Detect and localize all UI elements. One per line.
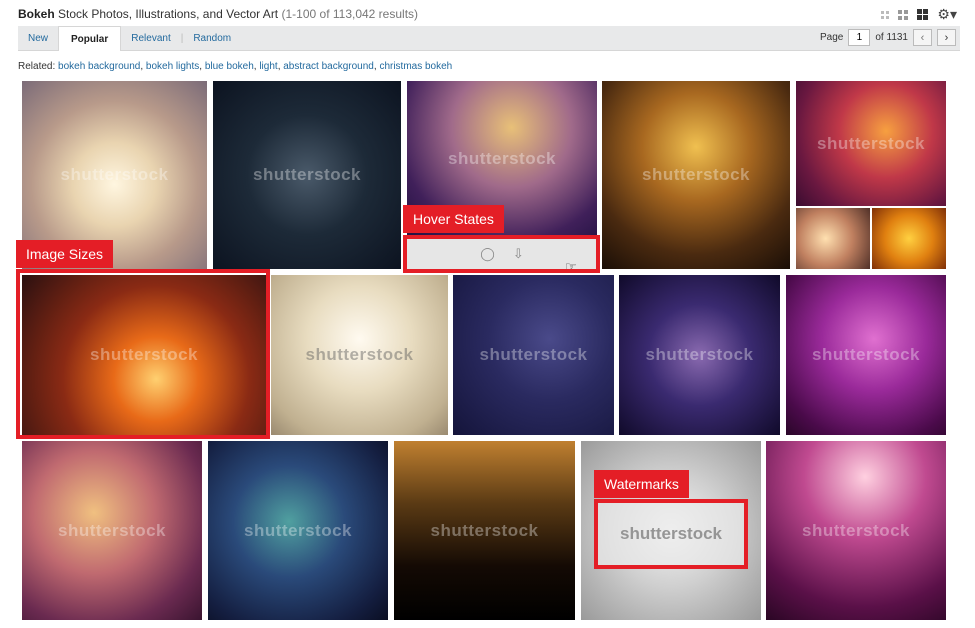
related-link[interactable]: bokeh lights bbox=[146, 61, 199, 72]
image-thumbnail[interactable]: shutterstock bbox=[22, 441, 202, 620]
watermark-text: shutterstock bbox=[447, 148, 557, 168]
watermark-text: shutterstock bbox=[801, 520, 911, 540]
tab-random[interactable]: Random bbox=[183, 26, 241, 51]
image-thumbnail[interactable]: shutterstock bbox=[786, 275, 946, 435]
image-thumbnail[interactable]: shutterstock bbox=[453, 275, 614, 435]
related-link[interactable]: blue bokeh bbox=[205, 61, 254, 72]
image-sizes-callout-box bbox=[16, 269, 270, 439]
sort-tab-bar: New Popular Relevant | Random Page of 11… bbox=[18, 26, 960, 51]
image-thumbnail[interactable]: shutterstock bbox=[213, 81, 401, 269]
related-link[interactable]: christmas bokeh bbox=[379, 61, 452, 72]
watermark-text: shutterstock bbox=[57, 520, 167, 540]
page-number-input[interactable] bbox=[848, 29, 871, 46]
tab-popular[interactable]: Popular bbox=[58, 26, 122, 51]
image-thumbnail[interactable] bbox=[796, 208, 870, 269]
related-link[interactable]: bokeh background bbox=[58, 61, 140, 72]
image-sizes-callout-label: Image Sizes bbox=[16, 240, 114, 268]
chevron-right-icon[interactable]: › bbox=[937, 29, 956, 46]
watermark-text: shutterstock bbox=[641, 165, 751, 184]
view-toggle-group: ⚙▾ bbox=[881, 6, 957, 23]
watermark-text: shutterstock bbox=[305, 345, 414, 364]
chevron-left-icon[interactable]: ‹ bbox=[913, 29, 932, 46]
image-thumbnail[interactable]: shutterstock bbox=[796, 81, 946, 206]
medium-grid-icon[interactable] bbox=[898, 9, 909, 20]
results-title: Stock Photos, Illustrations, and Vector … bbox=[58, 7, 279, 21]
related-link[interactable]: abstract background bbox=[283, 61, 374, 72]
image-thumbnail[interactable]: shutterstock bbox=[271, 275, 448, 435]
page-label: Page bbox=[820, 32, 844, 43]
watermark-text: shutterstock bbox=[430, 520, 539, 540]
watermark-text: shutterstock bbox=[645, 345, 754, 364]
watermarks-callout-box bbox=[594, 499, 748, 569]
results-count: (1-100 of 113,042 results) bbox=[281, 7, 419, 21]
related-searches: Related: bokeh background, bokeh lights,… bbox=[18, 61, 453, 72]
pagination: Page of 1131 ‹ › bbox=[820, 29, 956, 46]
watermark-text: shutterstock bbox=[60, 165, 169, 184]
tab-new[interactable]: New bbox=[18, 26, 58, 51]
watermark-text: shutterstock bbox=[252, 165, 362, 184]
image-thumbnail[interactable]: shutterstock bbox=[619, 275, 780, 435]
search-keyword: Bokeh bbox=[18, 7, 55, 21]
image-thumbnail[interactable]: shutterstock bbox=[394, 441, 575, 620]
related-link[interactable]: light bbox=[259, 61, 277, 72]
image-thumbnail[interactable] bbox=[872, 208, 946, 269]
image-thumbnail[interactable]: shutterstock bbox=[208, 441, 388, 620]
watermark-text: shutterstock bbox=[811, 345, 921, 364]
tab-relevant[interactable]: Relevant bbox=[121, 26, 180, 51]
watermarks-callout-label: Watermarks bbox=[594, 470, 689, 498]
small-grid-icon[interactable] bbox=[881, 10, 890, 19]
watermark-text: shutterstock bbox=[479, 345, 588, 364]
large-grid-icon[interactable] bbox=[917, 9, 929, 20]
hover-states-callout-label: Hover States bbox=[403, 205, 504, 233]
watermark-text: shutterstock bbox=[243, 520, 353, 540]
page-total: of 1131 bbox=[875, 32, 908, 43]
gear-icon[interactable]: ⚙▾ bbox=[937, 6, 957, 23]
results-header: Bokeh Stock Photos, Illustrations, and V… bbox=[18, 7, 418, 21]
image-thumbnail[interactable]: shutterstock bbox=[766, 441, 946, 620]
watermark-text: shutterstock bbox=[816, 133, 926, 153]
image-thumbnail[interactable]: shutterstock bbox=[602, 81, 790, 269]
hover-states-callout-box bbox=[403, 235, 600, 273]
related-label: Related: bbox=[18, 61, 56, 72]
